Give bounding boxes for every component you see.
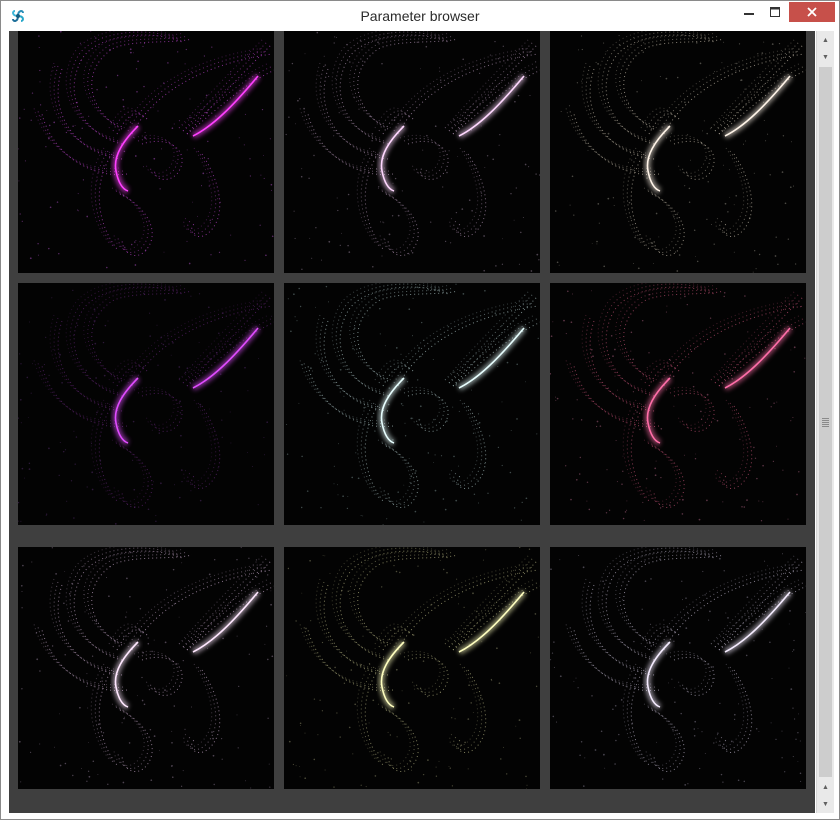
fractal-thumbnail-1[interactable]	[18, 31, 274, 273]
close-icon	[807, 7, 817, 17]
minimize-icon	[744, 13, 754, 15]
fractal-thumbnail-9[interactable]	[550, 547, 806, 789]
fractal-render	[285, 31, 540, 272]
window-title: Parameter browser	[360, 8, 480, 24]
fractal-render	[550, 283, 806, 522]
fractal-render	[286, 547, 540, 789]
parameter-grid	[9, 31, 815, 813]
fractal-thumbnail-8[interactable]	[284, 547, 540, 789]
fractal-render	[18, 283, 274, 525]
triangle-up-icon: ▲	[822, 37, 829, 44]
scroll-up-button-lower[interactable]: ▲	[817, 779, 834, 796]
minimize-button[interactable]	[736, 2, 762, 22]
triangle-down-icon: ▼	[822, 801, 829, 808]
fractal-thumbnail-5[interactable]	[284, 283, 540, 525]
fractal-thumbnail-7[interactable]	[18, 547, 274, 789]
vertical-scrollbar[interactable]: ▲ ▼ ▲ ▼	[816, 31, 834, 813]
scroll-down-button[interactable]: ▼	[817, 49, 834, 66]
maximize-button[interactable]	[762, 2, 788, 22]
fractal-thumbnail-4[interactable]	[18, 283, 274, 525]
fractal-thumbnail-3[interactable]	[550, 31, 806, 273]
triangle-up-icon: ▲	[822, 784, 829, 791]
scroll-grip	[822, 417, 829, 427]
fractal-render	[18, 31, 274, 269]
fractal-render	[18, 547, 274, 789]
parameter-browser-window: Parameter browser ▲ ▼ ▲ ▼	[0, 0, 840, 820]
scroll-thumb[interactable]	[819, 67, 832, 777]
fractal-render	[554, 31, 806, 273]
scroll-down-button-lower[interactable]: ▼	[817, 796, 834, 813]
fractal-render	[286, 283, 540, 525]
fractal-render	[550, 547, 806, 787]
thumbnail-area	[9, 31, 815, 813]
fractal-thumbnail-6[interactable]	[550, 283, 806, 525]
close-button[interactable]	[789, 2, 835, 22]
fractal-thumbnail-2[interactable]	[284, 31, 540, 273]
maximize-icon	[770, 7, 780, 17]
title-bar[interactable]: Parameter browser	[1, 1, 839, 31]
scroll-up-button[interactable]: ▲	[817, 32, 834, 49]
triangle-down-icon: ▼	[822, 54, 829, 61]
